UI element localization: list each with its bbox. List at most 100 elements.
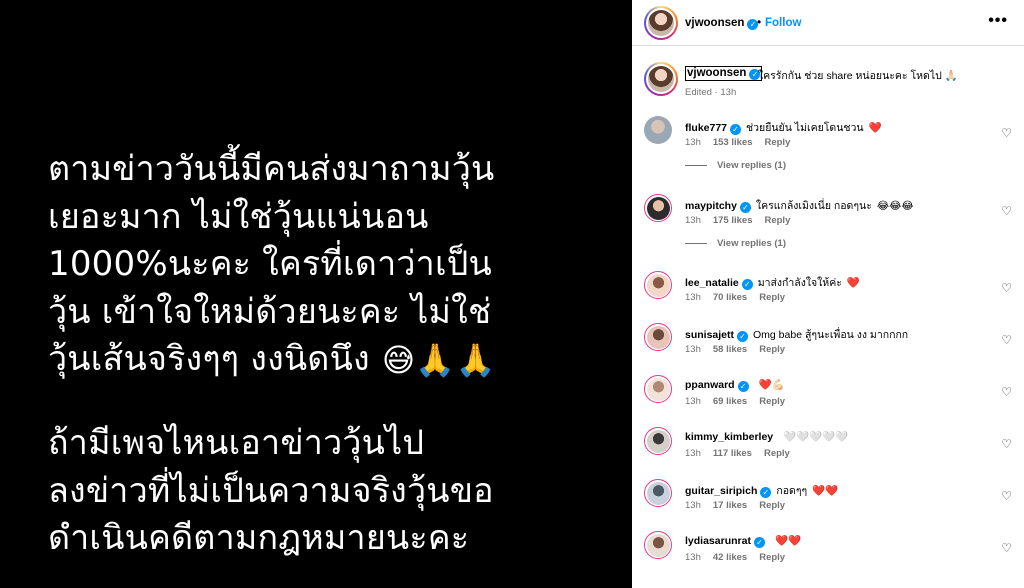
heart-outline-icon[interactable]: ♡ xyxy=(1001,541,1012,555)
comment-time: 13h xyxy=(685,344,701,355)
comment-time: 13h xyxy=(685,448,701,459)
caption-text: ใครรักกัน ช่วย share หน่อยนะคะ โหดไป 🙏🏻 xyxy=(758,70,958,82)
reply-button[interactable]: Reply xyxy=(764,137,790,148)
heart-outline-icon[interactable]: ♡ xyxy=(1001,437,1012,451)
replies-divider xyxy=(685,164,707,166)
verified-badge-icon: ✓ xyxy=(739,202,751,213)
view-replies-button[interactable]: View replies (1) xyxy=(685,160,786,171)
commenter-avatar[interactable] xyxy=(644,323,672,351)
heart-outline-icon[interactable]: ♡ xyxy=(1001,333,1012,347)
view-replies-button[interactable]: View replies (1) xyxy=(685,238,786,249)
reply-button[interactable]: Reply xyxy=(764,215,790,226)
comment-time: 13h xyxy=(685,292,701,303)
comment-meta: 13h 70 likes Reply xyxy=(685,292,797,303)
post-image-line: วุ้น เข้าใจใหม่ด้วยนะคะ ไม่ใช่ xyxy=(48,291,492,332)
commenter-username[interactable]: guitar_siripich xyxy=(685,485,757,497)
commenter-username[interactable]: fluke777 xyxy=(685,122,727,134)
comment-item: kimmy_kimberley 🤍🤍🤍🤍🤍 13h 117 likes Reply ♡ xyxy=(632,427,1024,479)
comment-likes[interactable]: 70 likes xyxy=(713,292,747,303)
verified-badge-icon: ✓ xyxy=(737,331,749,342)
post-image-paragraph-1: ตามข่าววันนี้มีคนส่งมาถามวุ้น เยอะมาก ไม… xyxy=(48,146,496,384)
post-image-line: 1000%นะคะ ใครที่เดาว่าเป็น xyxy=(48,244,492,284)
post-image-line: ลงข่าวที่ไม่เป็นความจริงวุ้นขอ xyxy=(48,470,494,511)
comment-likes[interactable]: 175 likes xyxy=(713,215,753,226)
comment-likes[interactable]: 17 likes xyxy=(713,500,747,511)
comment-item: guitar_siripich ✓ กอดๆๆ ❤️❤️ 13h 17 likes Repl… xyxy=(632,479,1024,531)
heart-outline-icon[interactable]: ♡ xyxy=(1001,385,1012,399)
comment-line: kimmy_kimberley 🤍🤍🤍🤍🤍 xyxy=(685,430,849,443)
comment-meta: 13h 69 likes Reply xyxy=(685,396,797,407)
comment-item: fluke777 ✓ ช่วยยืนยัน ไม่เคยโดนชวน ❤️ 13h 153… xyxy=(632,116,1024,171)
view-replies-label: View replies (1) xyxy=(717,238,786,249)
comment-emoji: ❤️💪🏻 xyxy=(758,379,785,391)
caption-avatar[interactable] xyxy=(644,62,678,96)
heart-outline-icon[interactable]: ♡ xyxy=(1001,489,1012,503)
post-image-line: เยอะมาก ไม่ใช่วุ้นแน่นอน xyxy=(48,196,429,237)
post-caption: vjwoonsen ✓ ใครรักกัน ช่วย share หน่อยนะค… xyxy=(632,60,1024,104)
comment-time: 13h xyxy=(685,215,701,226)
comment-time: 13h xyxy=(685,137,701,148)
comments-panel: vjwoonsen ✓ • Follow ••• vjwoonsen ✓ ใครรั… xyxy=(632,0,1024,588)
caption-username[interactable]: vjwoonsen ✓ xyxy=(685,66,763,81)
commenter-avatar[interactable] xyxy=(644,427,672,455)
post-image-line-text: วุ้นเส้นจริงๆๆ งงนิดนึง xyxy=(48,339,370,379)
comment-text: Omg babe สู้ๆนะเพื่อน งง มากกกก xyxy=(753,329,909,341)
comment-text: ใครแกล้งเมิงเนี่ย กอดๆนะ xyxy=(755,200,872,212)
commenter-username[interactable]: kimmy_kimberley xyxy=(685,431,773,443)
post-image-line: วุ้นเส้นจริงๆๆ งงนิดนึง 😅🙏🙏 xyxy=(48,336,496,384)
heart-outline-icon[interactable]: ♡ xyxy=(1001,204,1012,218)
reply-button[interactable]: Reply xyxy=(759,552,785,563)
reply-button[interactable]: Reply xyxy=(759,344,785,355)
comment-item: lydiasarunrat ✓ ❤️❤️ 13h 42 likes Reply ♡ xyxy=(632,531,1024,583)
commenter-username[interactable]: lee_natalie xyxy=(685,277,739,289)
comment-item: ppanward ✓ ❤️💪🏻 13h 69 likes Reply ♡ xyxy=(632,375,1024,427)
comment-likes[interactable]: 58 likes xyxy=(713,344,747,355)
author-username[interactable]: vjwoonsen ✓ xyxy=(685,17,759,30)
heart-outline-icon[interactable]: ♡ xyxy=(1001,281,1012,295)
comment-meta: 13h 17 likes Reply xyxy=(685,500,797,511)
caption-meta: Edited · 13h xyxy=(685,87,737,98)
comment-likes[interactable]: 153 likes xyxy=(713,137,753,148)
commenter-avatar[interactable] xyxy=(644,375,672,403)
reply-button[interactable]: Reply xyxy=(759,500,785,511)
comment-text: ช่วยยืนยัน ไม่เคยโดนชวน xyxy=(746,122,864,134)
comment-line: maypitchy ✓ ใครแกล้งเมิงเนี่ย กอดๆนะ 😂😂😂 xyxy=(685,197,914,214)
comment-likes[interactable]: 69 likes xyxy=(713,396,747,407)
heart-outline-icon[interactable]: ♡ xyxy=(1001,126,1012,140)
comment-meta: 13h 153 likes Reply xyxy=(685,137,802,148)
separator-dot: • xyxy=(757,15,762,29)
commenter-avatar[interactable] xyxy=(644,479,672,507)
comment-emoji: 🤍🤍🤍🤍🤍 xyxy=(783,431,849,443)
post-image: ตามข่าววันนี้มีคนส่งมาถามวุ้น เยอะมาก ไม… xyxy=(0,0,632,588)
comment-likes[interactable]: 42 likes xyxy=(713,552,747,563)
follow-button[interactable]: Follow xyxy=(765,17,801,29)
sweat-smile-praying-hands-emoji: 😅🙏🙏 xyxy=(381,340,496,379)
comment-time: 13h xyxy=(685,396,701,407)
commenter-avatar[interactable] xyxy=(644,531,672,559)
author-avatar[interactable] xyxy=(644,6,678,40)
comment-emoji: ❤️ xyxy=(846,277,860,289)
comment-line: guitar_siripich ✓ กอดๆๆ ❤️❤️ xyxy=(685,482,838,499)
comment-text: กอดๆๆ xyxy=(776,485,808,497)
commenter-username[interactable]: lydiasarunrat xyxy=(685,535,751,547)
verified-badge-icon: ✓ xyxy=(730,124,742,135)
comment-meta: 13h 175 likes Reply xyxy=(685,215,802,226)
reply-button[interactable]: Reply xyxy=(759,396,785,407)
verified-badge-icon: ✓ xyxy=(760,487,772,498)
commenter-avatar[interactable] xyxy=(644,271,672,299)
comment-line: sunisajett ✓ Omg babe สู้ๆนะเพื่อน งง มากก… xyxy=(685,326,913,343)
more-horizontal-icon[interactable]: ••• xyxy=(988,12,1008,30)
reply-button[interactable]: Reply xyxy=(759,292,785,303)
commenter-username[interactable]: sunisajett xyxy=(685,329,734,341)
commenter-avatar[interactable] xyxy=(644,116,672,144)
view-replies-label: View replies (1) xyxy=(717,160,786,171)
comment-item: sunisajett ✓ Omg babe สู้ๆนะเพื่อน งง มากก… xyxy=(632,323,1024,375)
comment-emoji: ❤️❤️ xyxy=(774,535,802,547)
reply-button[interactable]: Reply xyxy=(764,448,790,459)
comment-line: lydiasarunrat ✓ ❤️❤️ xyxy=(685,534,801,548)
commenter-username[interactable]: maypitchy xyxy=(685,200,737,212)
commenter-avatar[interactable] xyxy=(644,194,672,222)
commenter-username[interactable]: ppanward xyxy=(685,379,735,391)
comment-likes[interactable]: 117 likes xyxy=(713,448,752,459)
comment-time: 13h xyxy=(685,500,701,511)
